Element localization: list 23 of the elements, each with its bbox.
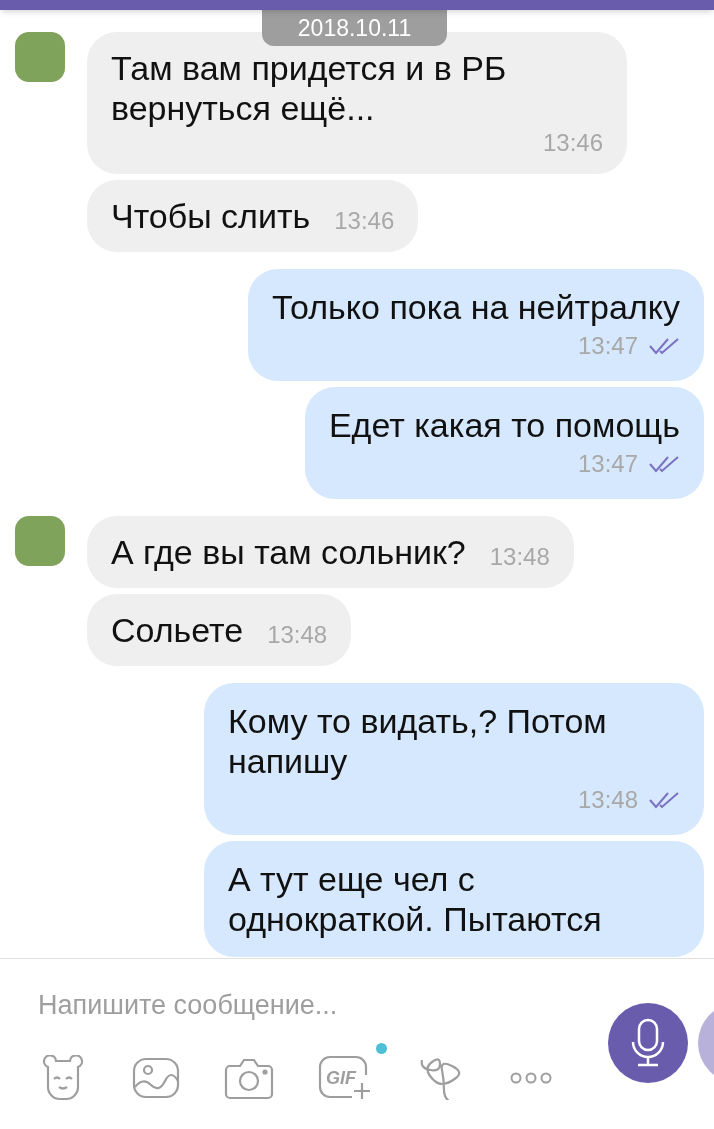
message-text: Чтобы слить xyxy=(111,196,311,236)
message-input[interactable]: Напишите сообщение... xyxy=(38,983,578,1027)
message-time: 13:46 xyxy=(541,128,603,158)
camera-icon[interactable] xyxy=(224,1056,274,1100)
message-text: Едет какая то помощь xyxy=(328,405,680,445)
message-time: 13:48 xyxy=(488,542,550,572)
message-time: 13:48 xyxy=(577,785,638,815)
microphone-icon xyxy=(630,1018,666,1068)
message-time: 13:47 xyxy=(577,449,638,479)
message-time: 13:46 xyxy=(333,206,395,236)
avatar-photo[interactable] xyxy=(15,32,65,82)
message-text: Кому то видать,? Потом напишу xyxy=(228,701,608,781)
message-text: Там вам придется и в РБ вернуться ещё... xyxy=(111,48,508,128)
image-icon[interactable] xyxy=(132,1057,180,1099)
date-label: 2018.10.11 xyxy=(262,10,447,46)
message-text: Только пока на нейтралку xyxy=(271,287,680,327)
message-time: 13:48 xyxy=(266,620,328,650)
message-text: А тут еще чел с однократкой. Пытаются xyxy=(228,859,603,939)
message-text: А где вы там сольник? xyxy=(111,532,466,572)
more-icon[interactable] xyxy=(510,1071,552,1085)
avatar-photo[interactable] xyxy=(15,516,65,566)
message-text: Сольете xyxy=(111,610,244,650)
message-time: 13:47 xyxy=(577,331,638,361)
